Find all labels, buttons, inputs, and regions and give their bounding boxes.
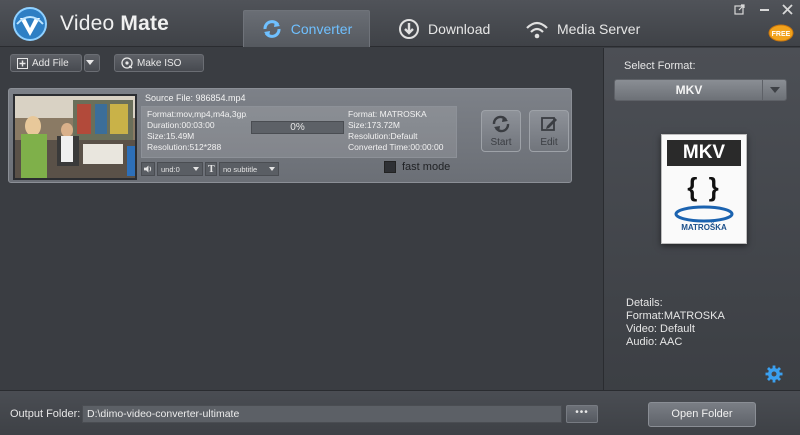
speaker-icon	[141, 162, 155, 176]
tab-media-server[interactable]: Media Server	[525, 10, 645, 47]
refresh-icon	[492, 115, 510, 133]
start-button[interactable]: Start	[481, 110, 521, 152]
subtitle-select[interactable]: no subtitle	[219, 162, 279, 176]
audio-track-select[interactable]: und:0	[157, 162, 203, 176]
select-format-label: Select Format:	[624, 60, 696, 72]
video-thumbnail	[13, 94, 137, 180]
file-list: Source File: 986854.mp4 Format:mov,mp4,m…	[0, 78, 603, 390]
format-select-value: MKV	[675, 83, 703, 97]
make-iso-button[interactable]: Make ISO	[114, 54, 204, 72]
disc-icon	[121, 57, 133, 69]
chevron-down-icon	[193, 167, 199, 171]
mkv-icon-header: MKV	[667, 140, 741, 166]
start-label: Start	[490, 137, 512, 148]
chevron-down-icon	[86, 60, 94, 65]
app-logo-icon	[13, 7, 47, 41]
app-title: Video Mate	[60, 12, 169, 36]
download-icon	[399, 18, 419, 39]
tab-media-server-label: Media Server	[557, 20, 641, 37]
text-icon: T	[205, 162, 217, 176]
minimize-icon[interactable]	[756, 3, 772, 18]
add-file-icon	[17, 57, 28, 69]
browse-button[interactable]: •••	[566, 405, 598, 423]
progress-bar: 0%	[251, 121, 344, 134]
fast-mode-checkbox[interactable]	[384, 161, 396, 173]
details-title: Details:	[626, 297, 663, 309]
input-size: Size:15.49M	[147, 131, 195, 141]
tab-download-label: Download	[428, 20, 491, 37]
free-badge-icon: FREE	[768, 24, 794, 42]
title-bar: Video Mate Converter Download Media Serv…	[0, 0, 800, 47]
track-selectors: und:0 T no subtitle	[141, 162, 279, 176]
list-item[interactable]: Source File: 986854.mp4 Format:mov,mp4,m…	[8, 88, 572, 183]
file-info-panel: Format:mov,mp4,m4a,3gp,3g2,mj2 Duration:…	[141, 106, 457, 158]
details-format: Format:MATROSKA	[626, 310, 725, 322]
format-panel: Select Format: MKV MKV { } MATROŠKA Deta…	[603, 48, 800, 390]
add-file-button[interactable]: Add File	[10, 54, 82, 72]
popout-icon[interactable]	[731, 3, 747, 18]
format-select[interactable]: MKV	[614, 79, 787, 101]
close-icon[interactable]	[779, 3, 795, 18]
add-file-dropdown[interactable]	[84, 54, 100, 72]
output-format: Format: MATROSKA	[348, 109, 427, 119]
mkv-icon-caption: MATROŠKA	[681, 223, 727, 232]
refresh-icon	[263, 20, 281, 38]
app-title-light: Video	[60, 12, 115, 35]
format-select-arrow[interactable]	[762, 80, 786, 100]
subtitle-value: no subtitle	[223, 164, 258, 174]
add-file-label: Add File	[32, 57, 69, 69]
tab-converter[interactable]: Converter	[243, 10, 370, 47]
wifi-icon	[526, 21, 548, 38]
thumbnail-image	[15, 96, 135, 178]
free-badge-text: FREE	[772, 31, 791, 38]
input-duration: Duration:00:03:00	[147, 120, 215, 130]
matroska-logo-icon	[674, 205, 734, 223]
output-resolution: Resolution:Default	[348, 131, 418, 141]
chevron-down-icon	[769, 87, 780, 93]
progress-text: 0%	[290, 122, 305, 133]
tab-download[interactable]: Download	[398, 10, 498, 47]
output-size: Size:173.72M	[348, 120, 400, 130]
fast-mode-label: fast mode	[402, 161, 451, 173]
format-details: Details: Format:MATROSKA Video: Default …	[626, 297, 725, 349]
converted-time: Converted Time:00:00:00	[348, 142, 444, 152]
output-bar: Output Folder: D:\dimo-video-converter-u…	[0, 390, 800, 435]
output-folder-input[interactable]: D:\dimo-video-converter-ultimate	[82, 405, 562, 423]
edit-button[interactable]: Edit	[529, 110, 569, 152]
details-audio: Audio: AAC	[626, 336, 683, 348]
edit-icon	[541, 117, 557, 131]
audio-track-value: und:0	[161, 164, 180, 174]
mkv-icon-brackets: { }	[687, 172, 721, 202]
input-resolution: Resolution:512*288	[147, 142, 222, 152]
output-folder-label: Output Folder:	[10, 408, 81, 420]
edit-label: Edit	[540, 137, 558, 148]
tab-converter-label: Converter	[290, 21, 353, 37]
details-video: Video: Default	[626, 323, 695, 335]
chevron-down-icon	[269, 167, 275, 171]
output-info: Format: MATROSKA Size:173.72M Resolution…	[348, 109, 443, 153]
gear-icon[interactable]	[765, 365, 783, 383]
input-info: Format:mov,mp4,m4a,3gp,3g2,mj2 Duration:…	[147, 109, 247, 153]
source-file-label: Source File: 986854.mp4	[145, 93, 246, 103]
mkv-format-icon: MKV { } MATROŠKA	[661, 134, 747, 244]
toolbar: Add File Make ISO	[0, 48, 603, 78]
make-iso-label: Make ISO	[137, 57, 182, 69]
fast-mode-toggle[interactable]: fast mode	[384, 161, 450, 173]
input-format: Format:mov,mp4,m4a,3gp,3g2,mj2	[147, 109, 247, 119]
app-title-bold: Mate	[120, 12, 170, 35]
open-folder-button[interactable]: Open Folder	[648, 402, 756, 427]
